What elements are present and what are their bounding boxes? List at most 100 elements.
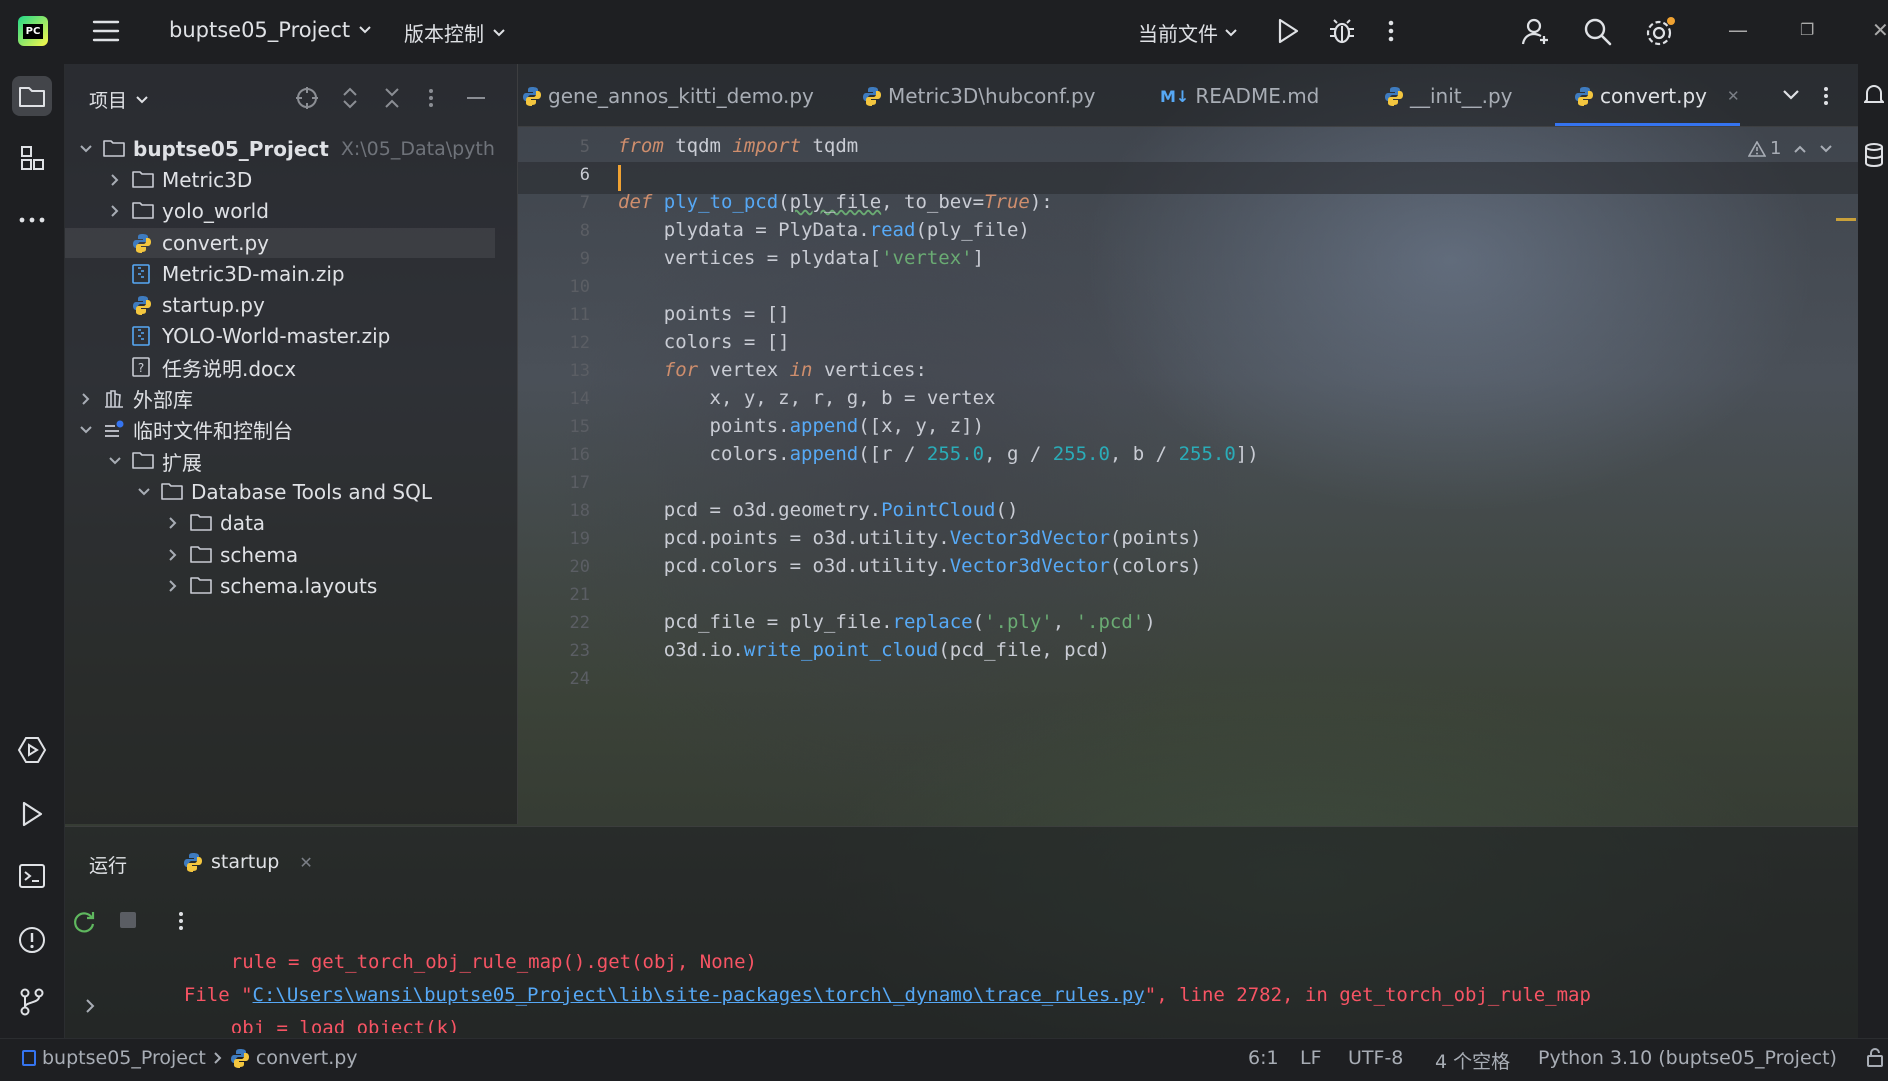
close-tab-icon[interactable]: ✕ xyxy=(1727,87,1740,105)
tree-item[interactable]: YOLO-World-master.zip xyxy=(65,321,495,351)
python-icon xyxy=(522,86,542,106)
chevron-right-icon[interactable] xyxy=(108,204,122,218)
chevron-up-icon[interactable] xyxy=(1793,144,1807,154)
chevron-right-icon[interactable] xyxy=(166,548,180,562)
chevron-right-icon[interactable] xyxy=(108,173,122,187)
editor-tab-label: convert.py xyxy=(1600,84,1708,108)
tree-item[interactable]: yolo_world xyxy=(65,196,495,226)
caret-position[interactable]: 6:1 xyxy=(1248,1047,1279,1069)
tree-item[interactable]: ? 任务说明.docx xyxy=(65,352,495,382)
tree-item[interactable]: Database Tools and SQL xyxy=(65,477,495,507)
stop-icon[interactable] xyxy=(117,909,139,931)
run-options-icon[interactable] xyxy=(177,909,185,933)
project-selector[interactable]: buptse05_Project xyxy=(169,18,372,42)
tree-item[interactable]: Metric3D-main.zip xyxy=(65,259,495,289)
chevron-down-icon[interactable] xyxy=(79,423,93,437)
locate-file-icon[interactable] xyxy=(295,86,319,110)
minimize-button[interactable]: — xyxy=(1728,18,1748,42)
rerun-icon[interactable] xyxy=(71,909,97,935)
line-separator[interactable]: LF xyxy=(1300,1047,1322,1069)
more-horizontal-icon xyxy=(19,217,45,223)
vcs-menu[interactable]: 版本控制 xyxy=(404,18,506,47)
line-number: 8 xyxy=(579,221,590,241)
chevron-down-icon[interactable] xyxy=(137,485,151,499)
editor-tab[interactable]: M↓ README.md xyxy=(1160,84,1319,108)
code-line: x, y, z, r, g, b = vertex xyxy=(618,387,996,409)
services-tool-button[interactable] xyxy=(12,730,52,770)
breadcrumb-file[interactable]: convert.py xyxy=(256,1047,358,1069)
restore-button[interactable]: ❐ xyxy=(1800,20,1814,39)
chevron-right-icon[interactable] xyxy=(166,579,180,593)
debug-icon[interactable] xyxy=(1327,16,1357,46)
line-number: 18 xyxy=(569,501,590,521)
chevron-right-icon[interactable] xyxy=(79,392,93,406)
tree-item[interactable]: 临时文件和控制台 xyxy=(65,415,495,445)
close-tab-icon[interactable]: ✕ xyxy=(299,853,312,872)
traceback-file-link[interactable]: C:\Users\wansi\buptse05_Project\lib\site… xyxy=(253,984,1145,1006)
tree-item[interactable]: schema.layouts xyxy=(65,571,495,601)
code-line: from tqdm import tqdm xyxy=(618,135,859,157)
structure-tool-button[interactable] xyxy=(12,138,52,178)
settings-gear-icon[interactable] xyxy=(1644,16,1678,48)
editor-tab[interactable]: convert.py ✕ xyxy=(1574,84,1740,108)
database-icon[interactable] xyxy=(1864,142,1884,168)
breadcrumb-project[interactable]: buptse05_Project xyxy=(42,1047,206,1069)
chevron-down-icon[interactable] xyxy=(1819,144,1833,154)
indent-setting[interactable]: 4 个空格 xyxy=(1435,1047,1510,1074)
close-window-button[interactable]: ✕ xyxy=(1872,18,1888,42)
run-tab-startup[interactable]: startup ✕ xyxy=(183,851,313,873)
expand-output-icon[interactable] xyxy=(83,997,97,1015)
hide-panel-icon[interactable] xyxy=(465,86,487,110)
editor-tab[interactable]: gene_annos_kitti_demo.py xyxy=(522,84,814,108)
tabs-dropdown-icon[interactable] xyxy=(1782,88,1800,102)
tree-item-label: startup.py xyxy=(162,293,265,317)
tabs-options-icon[interactable] xyxy=(1822,84,1830,108)
scratches-icon xyxy=(103,420,125,440)
tree-item[interactable]: data xyxy=(65,508,495,538)
terminal-tool-button[interactable] xyxy=(12,856,52,896)
chevron-right-icon[interactable] xyxy=(166,516,180,530)
more-tools-button[interactable] xyxy=(12,200,52,240)
tree-item-label: Metric3D xyxy=(162,168,253,193)
git-tool-button[interactable] xyxy=(12,982,52,1022)
tree-item[interactable]: startup.py xyxy=(65,290,495,320)
file-encoding[interactable]: UTF-8 xyxy=(1348,1047,1403,1069)
editor-tab[interactable]: __init__.py xyxy=(1384,84,1513,108)
notifications-icon[interactable] xyxy=(1864,82,1884,108)
editor-tab[interactable]: Metric3D\hubconf.py xyxy=(862,84,1095,108)
tree-item[interactable]: 外部库 xyxy=(65,384,495,414)
python-icon xyxy=(862,86,882,106)
run-tool-button[interactable] xyxy=(12,794,52,834)
problems-tool-button[interactable] xyxy=(12,920,52,960)
tree-item[interactable]: schema xyxy=(65,540,495,570)
tree-item-label: convert.py xyxy=(162,230,270,255)
folder-icon xyxy=(190,545,212,565)
warning-stripe-marker[interactable] xyxy=(1836,218,1856,221)
project-panel-title[interactable]: 项目 xyxy=(89,86,149,113)
python-interpreter[interactable]: Python 3.10 (buptse05_Project) xyxy=(1538,1047,1837,1069)
tree-item[interactable]: convert.py xyxy=(65,227,495,258)
tree-item[interactable]: 扩展 xyxy=(65,446,495,476)
main-menu-icon[interactable] xyxy=(92,18,120,44)
chevron-down-icon[interactable] xyxy=(108,454,122,468)
inspection-widget[interactable]: 1 xyxy=(1748,138,1833,159)
more-actions-icon[interactable] xyxy=(1386,16,1396,46)
text-caret xyxy=(618,165,621,191)
expand-all-icon[interactable] xyxy=(341,86,359,110)
account-icon[interactable] xyxy=(1520,16,1552,48)
collapse-all-icon[interactable] xyxy=(383,86,401,110)
chevron-down-icon xyxy=(136,95,148,103)
project-tool-button[interactable] xyxy=(12,76,52,116)
panel-options-icon[interactable] xyxy=(427,86,435,110)
tree-item[interactable]: buptse05_Project X:\05_Data\pythonP xyxy=(65,134,495,164)
line-number: 7 xyxy=(579,193,590,213)
chevron-down-icon[interactable] xyxy=(79,142,93,156)
run-icon[interactable] xyxy=(1275,16,1301,46)
run-config-selector[interactable]: 当前文件 xyxy=(1138,18,1238,47)
tree-item[interactable]: Metric3D xyxy=(65,165,495,195)
pycharm-logo-icon[interactable]: PC xyxy=(18,16,48,46)
lock-icon[interactable] xyxy=(1866,1047,1884,1067)
search-icon[interactable] xyxy=(1582,16,1614,48)
